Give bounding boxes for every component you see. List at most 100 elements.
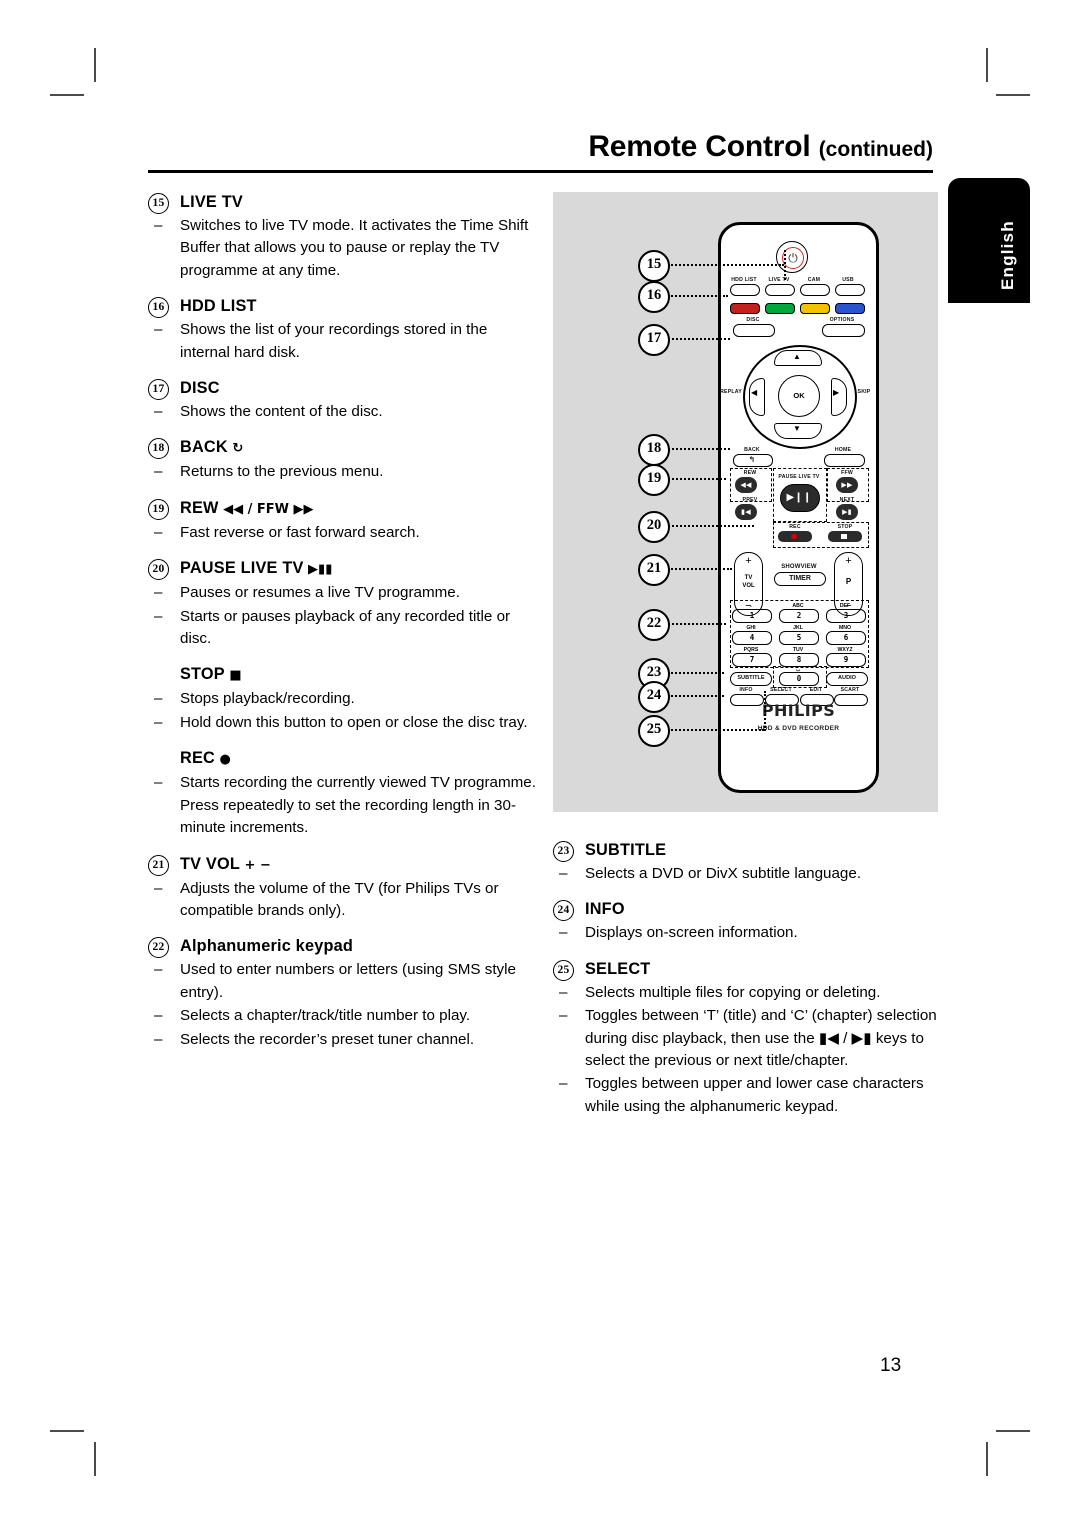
callout-19-leader: [668, 478, 726, 480]
bullet-text: Displays on-screen information.: [585, 924, 798, 942]
feature-number: 18: [148, 438, 169, 460]
bullet-text: Switches to live TV mode. It activates t…: [180, 217, 529, 279]
program-plus-icon[interactable]: +: [835, 556, 862, 567]
timer-button[interactable]: TIMER: [774, 572, 826, 586]
blue-button[interactable]: [835, 303, 865, 314]
crop-mark-bottom-right-v: [986, 1442, 988, 1476]
cam-button[interactable]: [800, 284, 830, 296]
page-number: 13: [880, 1355, 902, 1376]
bullet-text: Shows the content of the disc.: [180, 403, 383, 421]
page-title: Remote Control (continued): [148, 132, 933, 162]
feature-heading: 25 SELECT: [553, 959, 938, 981]
feature-title: REC: [180, 749, 215, 768]
bullet-text: Selects multiple files for copying or de…: [585, 983, 881, 1001]
feature-bullet: – Selects the recorder’s preset tuner cha…: [148, 1029, 540, 1051]
callout-17-leader: [668, 338, 730, 340]
callout-24: 24: [638, 681, 670, 713]
callout-23-leader: [668, 672, 724, 674]
feature-bullet: – Used to enter numbers or letters (using…: [148, 959, 540, 1004]
hdd-list-button[interactable]: [730, 284, 760, 296]
bullet-dash: –: [154, 607, 163, 625]
feature-number: 25: [553, 959, 574, 981]
feature-title: BACK: [180, 438, 228, 457]
pause-live-tv-icon: ▶❙❙: [786, 492, 812, 503]
live-tv-button[interactable]: [765, 284, 795, 296]
bullet-dash: –: [154, 774, 163, 792]
key-0[interactable]: 0: [779, 672, 819, 686]
feature-title: LIVE TV: [180, 193, 243, 211]
key-6[interactable]: 6: [826, 631, 866, 645]
key-1[interactable]: 1: [732, 609, 772, 623]
next-label: NEXT: [839, 497, 855, 503]
audio-button[interactable]: AUDIO: [826, 672, 868, 686]
disc-label: DISC: [746, 317, 760, 323]
callout-19: 19: [638, 464, 670, 496]
key-7[interactable]: 7: [732, 653, 772, 667]
power-button[interactable]: ⏻: [776, 241, 808, 273]
page-header: Remote Control (continued): [148, 132, 933, 173]
feature-block: REC ● – Starts recording the currently vie…: [148, 748, 540, 839]
yellow-button[interactable]: [800, 303, 830, 314]
edit-label: EDIT: [809, 687, 823, 693]
key-9[interactable]: 9: [826, 653, 866, 667]
key-2[interactable]: 2: [779, 609, 819, 623]
subtitle-button[interactable]: SUBTITLE: [730, 672, 772, 686]
bullet-text: Starts recording the currently viewed TV…: [180, 774, 536, 837]
feature-block: 19 REW ◀◀ / FFW ▶▶ – Fast reverse or fast f…: [148, 498, 540, 544]
nav-down-icon: ▼: [793, 424, 801, 433]
feature-title-glyph: ●: [214, 752, 231, 768]
ffw-label: FFW: [841, 470, 853, 476]
callout-25-leader: [668, 729, 764, 731]
options-button[interactable]: [822, 324, 865, 337]
feature-title: STOP: [180, 665, 225, 684]
nav-left-segment[interactable]: [749, 378, 765, 416]
page-title-continued: (continued): [818, 138, 933, 161]
nav-left-icon: ◀: [751, 388, 758, 397]
feature-title: HDD LIST: [180, 297, 257, 316]
feature-title: INFO: [585, 900, 625, 919]
ok-button[interactable]: OK: [778, 375, 820, 417]
bullet-text: Hold down this button to open or close t…: [180, 713, 528, 731]
feature-bullet: – Displays on-screen information.: [553, 922, 938, 944]
feature-bullet: – Adjusts the volume of the TV (for Phili…: [148, 878, 540, 923]
rec-label: REC: [789, 524, 801, 530]
nav-up-icon: ▲: [793, 352, 801, 361]
feature-heading: STOP ■: [148, 664, 540, 686]
nav-right-segment[interactable]: [831, 378, 847, 416]
bullet-text: Selects a chapter/track/title number to …: [180, 1007, 471, 1025]
feature-block: 21 TV VOL + − – Adjusts the volume of the T…: [148, 854, 540, 923]
key-3[interactable]: 3: [826, 609, 866, 623]
crop-mark-top-right-v: [986, 48, 988, 82]
feature-bullet: – Selects multiple files for copying or d…: [553, 982, 938, 1004]
tv-volume-plus-icon[interactable]: +: [735, 556, 762, 567]
callout-15-leader-drop: [784, 250, 786, 280]
feature-title: REW: [180, 498, 219, 517]
key-4[interactable]: 4: [732, 631, 772, 645]
stop-icon: [841, 534, 847, 539]
prev-label: PREV: [742, 497, 758, 503]
feature-number: 16: [148, 297, 169, 319]
bullet-dash: –: [154, 690, 163, 708]
usb-button[interactable]: [835, 284, 865, 296]
feature-heading: 23 SUBTITLE: [553, 840, 938, 862]
bullet-text: Selects a DVD or DivX subtitle language.: [585, 865, 862, 882]
red-button[interactable]: [730, 303, 760, 314]
bullet-text: Starts or pauses playback of any recorde…: [180, 607, 511, 648]
bullet-dash: –: [154, 879, 163, 897]
language-tab-english: English: [948, 178, 1030, 303]
bullet-dash: –: [154, 321, 163, 339]
navigation-pad[interactable]: ▲ ▼ ◀ ▶ OK: [743, 345, 857, 449]
bullet-dash: –: [154, 584, 163, 602]
feature-bullet: – Starts recording the currently viewed T…: [148, 772, 540, 839]
feature-title: Alphanumeric keypad: [180, 937, 353, 956]
key-8[interactable]: 8: [779, 653, 819, 667]
bullet-dash: –: [154, 961, 163, 979]
home-button[interactable]: [824, 454, 865, 467]
feature-title-glyph: ▶▮▮: [303, 562, 333, 578]
feature-bullet: – Fast reverse or fast forward search.: [148, 522, 540, 544]
green-button[interactable]: [765, 303, 795, 314]
feature-block: 24 INFO – Displays on-screen information.: [553, 899, 938, 944]
key-5[interactable]: 5: [779, 631, 819, 645]
disc-button[interactable]: [733, 324, 775, 337]
callout-20-leader: [668, 525, 754, 527]
